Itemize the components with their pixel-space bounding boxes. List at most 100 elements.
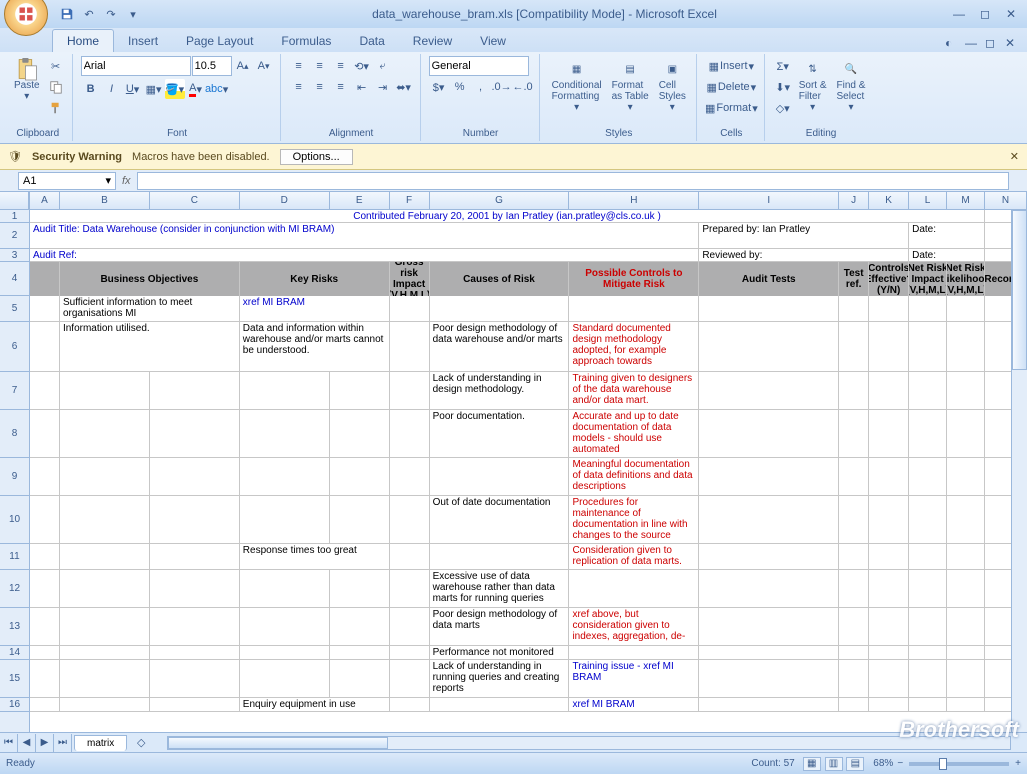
- cell[interactable]: [869, 372, 909, 410]
- accounting-icon[interactable]: $▾: [429, 77, 449, 97]
- align-right-icon[interactable]: ≡: [331, 77, 351, 97]
- cell[interactable]: [390, 660, 430, 698]
- cell[interactable]: Causes of Risk: [430, 262, 570, 296]
- delete-cells-button[interactable]: ▦ Delete ▾: [705, 77, 758, 97]
- format-painter-icon[interactable]: [46, 98, 66, 118]
- cell[interactable]: [699, 410, 839, 458]
- grow-font-icon[interactable]: A▴: [233, 56, 253, 76]
- cell[interactable]: [430, 458, 570, 496]
- cell[interactable]: [60, 372, 150, 410]
- cell[interactable]: [869, 458, 909, 496]
- message-bar-close-icon[interactable]: ✕: [1010, 150, 1019, 163]
- cell[interactable]: [699, 322, 839, 372]
- cell[interactable]: [60, 496, 150, 544]
- cell[interactable]: [390, 410, 430, 458]
- table-row[interactable]: Meaningful documentation of data definit…: [30, 458, 1027, 496]
- font-size-select[interactable]: [192, 56, 232, 76]
- cell[interactable]: [909, 296, 947, 322]
- cell[interactable]: Information utilised.: [60, 322, 240, 372]
- col-header-A[interactable]: A: [30, 192, 60, 209]
- zoom-in-icon[interactable]: +: [1015, 758, 1021, 769]
- col-header-D[interactable]: D: [240, 192, 330, 209]
- cell[interactable]: [909, 322, 947, 372]
- decrease-indent-icon[interactable]: ⇤: [352, 77, 372, 97]
- cell[interactable]: [947, 322, 985, 372]
- worksheet-grid[interactable]: 12345678910111213141516 ABCDEFGHIJKLMN C…: [0, 192, 1027, 732]
- zoom-out-icon[interactable]: −: [897, 758, 903, 769]
- cell[interactable]: [947, 458, 985, 496]
- table-row[interactable]: Audit Title: Data Warehouse (consider in…: [30, 223, 1027, 249]
- cell[interactable]: [839, 322, 869, 372]
- tab-nav-first-icon[interactable]: ⏮: [0, 734, 18, 752]
- cell[interactable]: [839, 296, 869, 322]
- cell[interactable]: [869, 646, 909, 660]
- cell[interactable]: Poor design methodology of data warehous…: [430, 322, 570, 372]
- cell[interactable]: [947, 544, 985, 570]
- cell[interactable]: [909, 496, 947, 544]
- cell[interactable]: [909, 372, 947, 410]
- cell[interactable]: [869, 660, 909, 698]
- row-header[interactable]: 13: [0, 608, 29, 646]
- table-row[interactable]: Information utilised.Data and informatio…: [30, 322, 1027, 372]
- cell[interactable]: Excessive use of data warehouse rather t…: [430, 570, 570, 608]
- cell[interactable]: Controls Effective? (Y/N): [869, 262, 909, 296]
- cell[interactable]: [330, 458, 390, 496]
- cell[interactable]: [60, 544, 150, 570]
- cut-icon[interactable]: ✂: [46, 56, 66, 76]
- cell[interactable]: Sufficient information to meet organisat…: [60, 296, 240, 322]
- doc-close-icon[interactable]: ✕: [1005, 36, 1021, 52]
- minimize-icon[interactable]: —: [947, 6, 971, 22]
- cell[interactable]: [390, 372, 430, 410]
- col-header-J[interactable]: J: [839, 192, 869, 209]
- cell[interactable]: Prepared by: Ian Pratley: [699, 223, 909, 249]
- cell[interactable]: [699, 372, 839, 410]
- decrease-decimal-icon[interactable]: ←.0: [513, 77, 533, 97]
- cell[interactable]: [390, 544, 430, 570]
- cell[interactable]: [869, 544, 909, 570]
- message-bar-options-button[interactable]: Options...: [280, 149, 353, 165]
- table-row[interactable]: Sufficient information to meet organisat…: [30, 296, 1027, 322]
- cell[interactable]: [909, 646, 947, 660]
- cell[interactable]: [30, 322, 60, 372]
- cell[interactable]: [869, 410, 909, 458]
- cell[interactable]: [330, 372, 390, 410]
- row-header[interactable]: 7: [0, 372, 29, 410]
- merge-icon[interactable]: ⬌▾: [394, 77, 414, 97]
- cell[interactable]: [909, 698, 947, 712]
- tab-formulas[interactable]: Formulas: [267, 30, 345, 52]
- zoom-thumb[interactable]: [939, 758, 947, 770]
- row-header[interactable]: 8: [0, 410, 29, 458]
- fx-icon[interactable]: fx: [122, 175, 131, 187]
- cell[interactable]: [330, 570, 390, 608]
- tab-home[interactable]: Home: [52, 29, 114, 52]
- cell[interactable]: [699, 496, 839, 544]
- cell[interactable]: xref above, but consideration given to i…: [569, 608, 699, 646]
- zoom-slider[interactable]: [909, 762, 1009, 766]
- cell-styles-button[interactable]: ▣Cell Styles▾: [655, 56, 690, 115]
- increase-indent-icon[interactable]: ⇥: [373, 77, 393, 97]
- cell[interactable]: Audit Title: Data Warehouse (consider in…: [30, 223, 699, 249]
- phonetic-icon[interactable]: abc▾: [207, 79, 227, 99]
- orientation-icon[interactable]: ⟲▾: [352, 56, 372, 76]
- table-row[interactable]: Audit Ref:Reviewed by:Date:: [30, 249, 1027, 262]
- cell[interactable]: Net Risk Likelihood (V,H,M,L): [947, 262, 985, 296]
- cell[interactable]: [150, 698, 240, 712]
- increase-decimal-icon[interactable]: .0→: [492, 77, 512, 97]
- cell[interactable]: [839, 608, 869, 646]
- autosum-icon[interactable]: Σ▾: [773, 56, 793, 76]
- cell[interactable]: [569, 570, 699, 608]
- cell[interactable]: [390, 698, 430, 712]
- cell[interactable]: Key Risks: [240, 262, 390, 296]
- cell[interactable]: [699, 458, 839, 496]
- align-left-icon[interactable]: ≡: [289, 77, 309, 97]
- select-all-corner[interactable]: [0, 192, 29, 210]
- table-row[interactable]: Poor design methodology of data martsxre…: [30, 608, 1027, 646]
- cell[interactable]: [330, 410, 390, 458]
- cell[interactable]: Consideration given to replication of da…: [569, 544, 699, 570]
- cell[interactable]: [947, 372, 985, 410]
- format-as-table-button[interactable]: ▤Format as Table▾: [608, 56, 653, 115]
- cell[interactable]: [150, 496, 240, 544]
- col-header-H[interactable]: H: [569, 192, 699, 209]
- view-pagebreak-icon[interactable]: ▤: [846, 757, 864, 771]
- cell[interactable]: [390, 570, 430, 608]
